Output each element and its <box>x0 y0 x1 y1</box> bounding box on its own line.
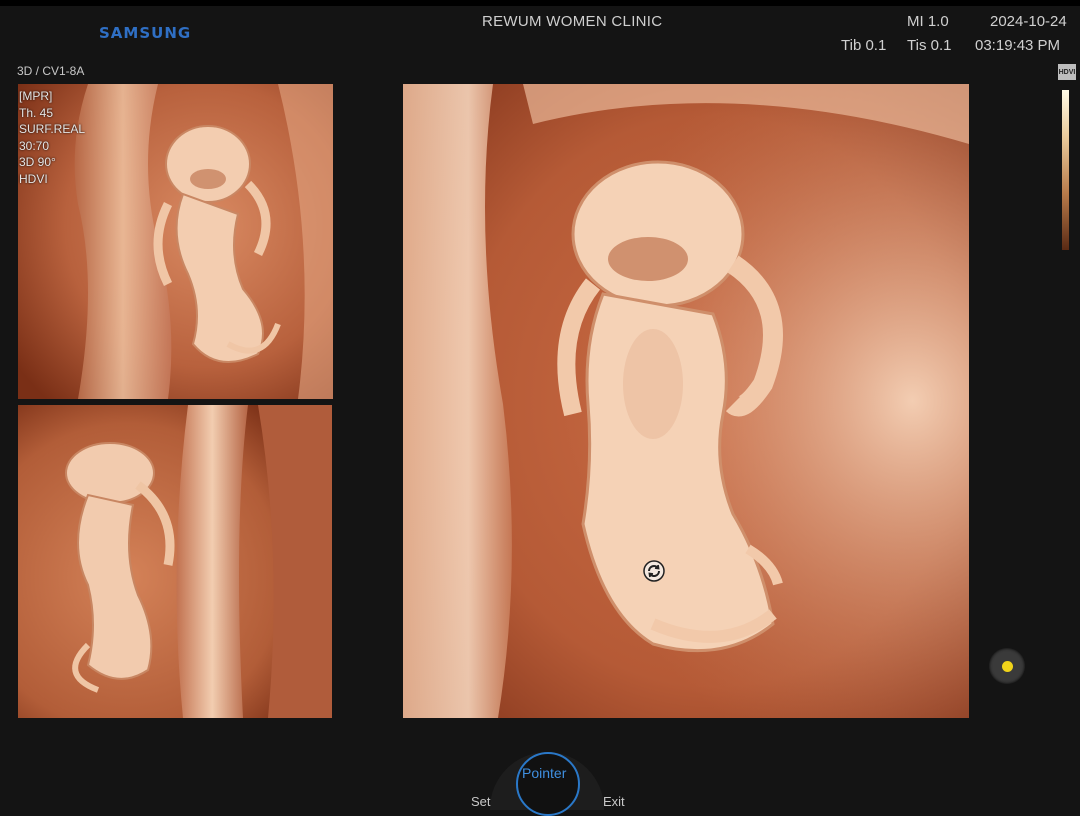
param-hdvi: HDVI <box>19 171 48 186</box>
exit-button[interactable]: Exit <box>603 794 625 809</box>
param-render-mode: SURF.REAL <box>19 122 86 136</box>
param-mode: [MPR] <box>19 89 53 103</box>
set-button[interactable]: Set <box>471 794 491 809</box>
cursor-dot-icon <box>1001 660 1013 672</box>
gray-map-colorbar <box>1062 90 1069 250</box>
top-bar <box>0 0 1080 6</box>
date: 2024-10-24 <box>990 13 1067 30</box>
pointer-label[interactable]: Pointer <box>522 765 566 781</box>
tis-value: Tis 0.1 <box>907 37 952 54</box>
clinic-name: REWUM WOMEN CLINIC <box>482 13 663 30</box>
param-threshold: Th. 45 <box>19 105 54 120</box>
mi-value: MI 1.0 <box>907 13 949 30</box>
rotate-icon[interactable] <box>642 559 666 583</box>
brand-logo: SAMSUNG <box>99 24 192 42</box>
probe-label: 3D / CV1-8A <box>17 64 85 78</box>
param-ratio: 30:70 <box>19 138 50 153</box>
ultrasound-render-b <box>18 405 332 718</box>
main-3d-view[interactable] <box>403 84 969 718</box>
mpr-view-bottom-left[interactable] <box>18 405 332 718</box>
ultrasound-render-main <box>403 84 969 718</box>
tib-value: Tib 0.1 <box>841 37 887 54</box>
pointer-dial[interactable] <box>516 752 580 816</box>
scan-parameters: [MPR] Th. 45 SURF.REAL 30:70 3D 90° HDVI <box>19 88 85 187</box>
hdvi-badge: HDVI <box>1058 64 1076 80</box>
param-angle: 3D 90° <box>19 155 56 169</box>
cursor-button[interactable] <box>989 648 1025 684</box>
time: 03:19:43 PM <box>975 37 1061 54</box>
